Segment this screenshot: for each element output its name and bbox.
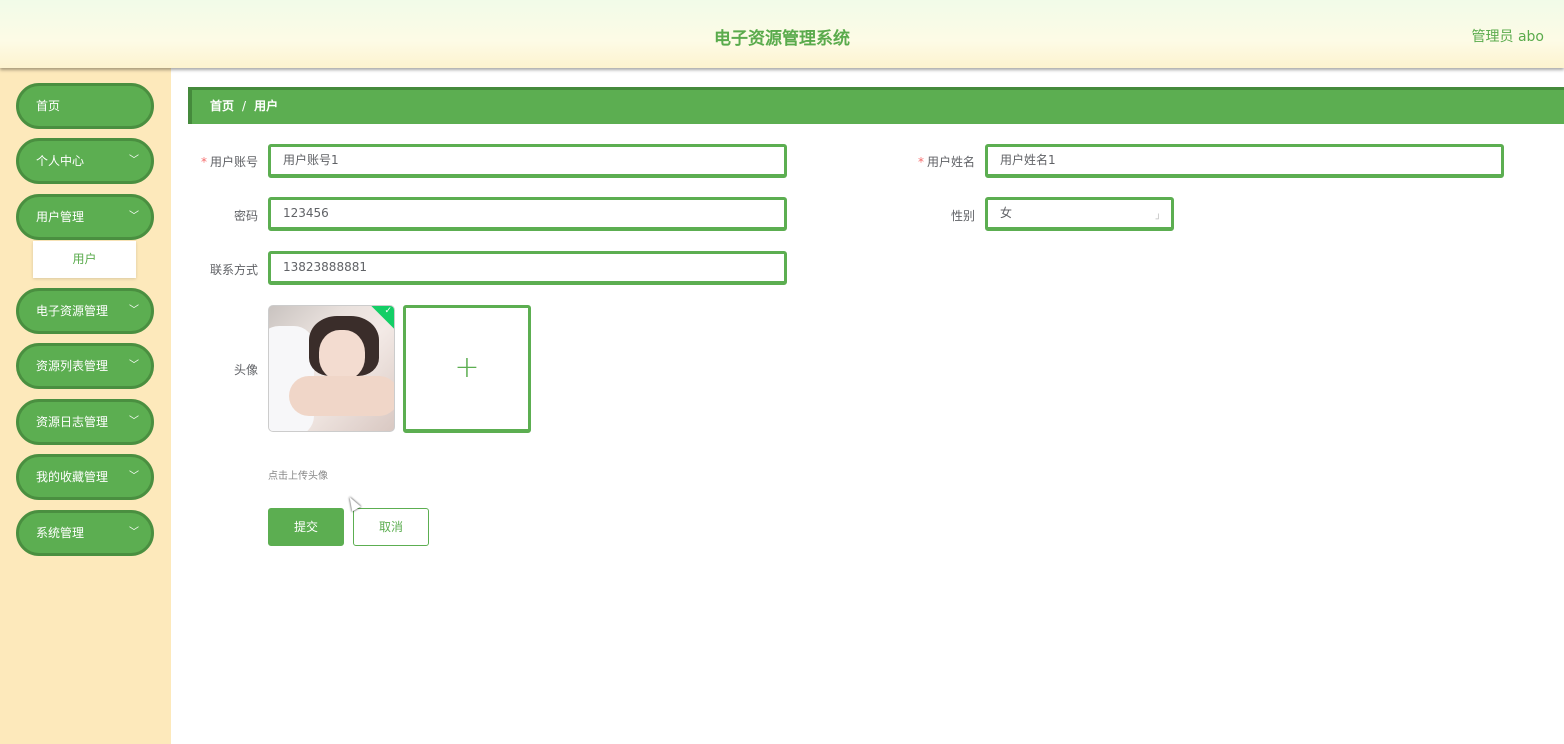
menu-label: 首页 [36,99,61,113]
avatar-image[interactable]: ✓ [268,305,395,432]
gender-value: 女 [1000,206,1013,220]
label-text: 用户姓名 [926,155,975,169]
breadcrumb-separator: / [242,99,247,113]
sidebar-item-favorites[interactable]: 我的收藏管理 ﹀ [16,454,154,500]
chevron-down-icon: ﹀ [129,471,139,482]
account-label: * 用户账号 [138,153,258,170]
avatar-label: 头像 [233,363,258,377]
header: 电子资源管理系统 管理员 abo [0,0,1564,68]
sidebar-item-system[interactable]: 系统管理 ﹀ [16,510,154,556]
name-label: * 用户姓名 [855,153,975,170]
menu-label: 我的收藏管理 [36,470,109,484]
avatar-shape [319,330,365,380]
user-label[interactable]: 管理员 abo [1472,26,1544,46]
sidebar-item-resource-list[interactable]: 资源列表管理 ﹀ [16,343,154,389]
check-icon: ✓ [384,306,392,316]
sidebar-item-personal[interactable]: 个人中心 ﹀ [16,138,154,184]
chevron-down-icon: ﹀ [129,527,139,538]
menu-label: 资源列表管理 [36,359,109,373]
sidebar-item-home[interactable]: 首页 [16,83,154,129]
chevron-down-icon: ﹀ [129,416,139,427]
phone-label: 联系方式 [209,263,258,277]
password-input[interactable]: 123456 [268,197,787,231]
required-mark: * [200,155,207,169]
plus-icon: + [454,350,480,385]
breadcrumb-home[interactable]: 首页 [210,99,234,113]
menu-label: 个人中心 [36,154,85,168]
label-text: 用户账号 [209,155,258,169]
menu-label: 系统管理 [36,526,85,540]
menu-label: 用户管理 [36,210,85,224]
upload-hint: 点击上传头像 [268,471,328,482]
sidebar-item-user-mgmt[interactable]: 用户管理 ﹀ [16,194,154,240]
menu-label: 电子资源管理 [36,304,109,318]
chevron-down-icon: ﹀ [129,305,139,316]
sidebar-item-resource-mgmt[interactable]: 电子资源管理 ﹀ [16,288,154,334]
sidebar-subitem-user[interactable]: 用户 [33,241,136,278]
breadcrumb-current: 用户 [254,99,279,113]
menu-label: 资源日志管理 [36,415,109,429]
phone-input[interactable]: 13823888881 [268,251,787,285]
upload-button[interactable]: + [403,305,531,433]
required-mark: * [917,155,924,169]
resize-corner-icon: ┘ [1155,215,1161,225]
password-label: 密码 [233,209,258,223]
breadcrumb: 首页 / 用户 [188,87,1564,124]
gender-select[interactable]: 女 ┘ [985,197,1174,231]
app-title: 电子资源管理系统 [714,29,850,49]
account-input[interactable]: 用户账号1 [268,144,787,178]
gender-label: 性别 [950,209,975,223]
submit-button[interactable]: 提交 [268,508,344,546]
avatar-shape [289,376,394,416]
cancel-button[interactable]: 取消 [353,508,429,546]
name-input[interactable]: 用户姓名1 [985,144,1504,178]
sidebar-item-resource-log[interactable]: 资源日志管理 ﹀ [16,399,154,445]
